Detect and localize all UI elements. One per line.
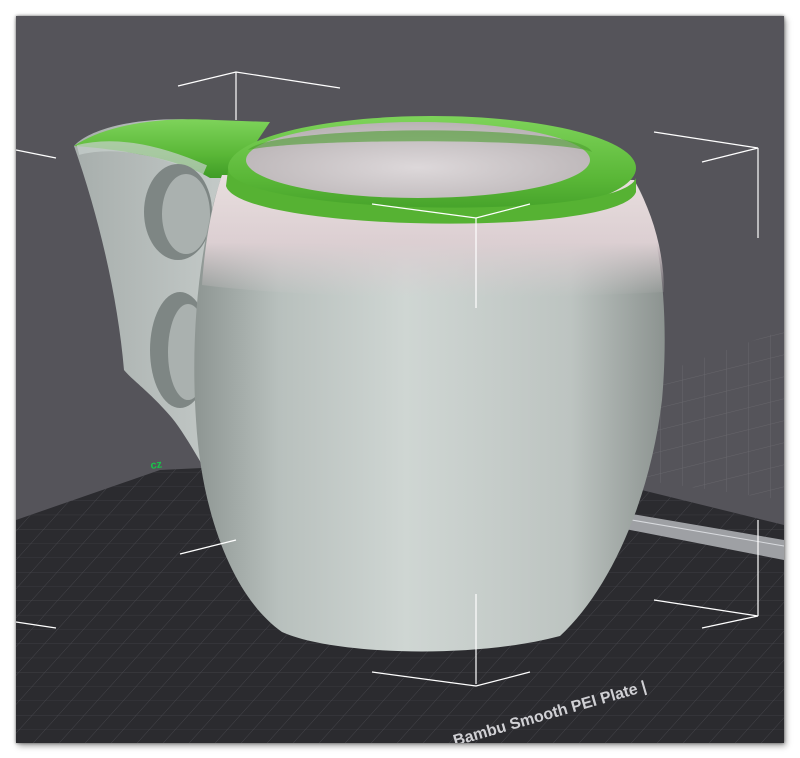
axis-indicator-icon: cz [150,458,164,472]
3d-viewport[interactable]: Bambu Smooth PEI Plate | cz [16,16,784,743]
